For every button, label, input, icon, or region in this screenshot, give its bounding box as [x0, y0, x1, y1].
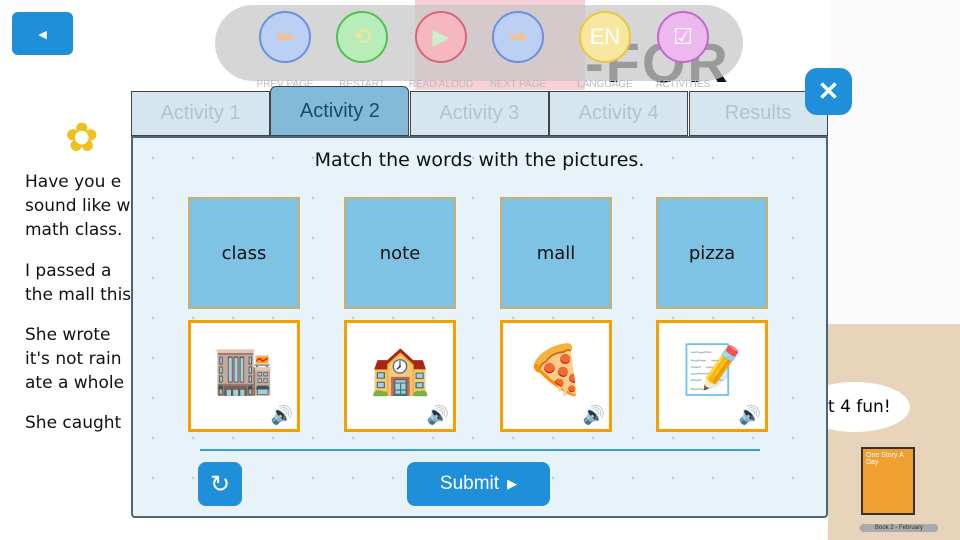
- play-arrow-icon: ▶: [507, 476, 518, 491]
- uk-flag-button[interactable]: EN: [579, 11, 631, 63]
- uk-flag-icon: EN: [589, 24, 621, 49]
- sunflower-icon: ✿: [65, 116, 99, 160]
- book-cover[interactable]: One Story A Day: [861, 447, 915, 515]
- submit-label: Submit: [439, 473, 500, 494]
- activities-button[interactable]: ☑: [657, 11, 709, 63]
- close-button[interactable]: ✕: [805, 68, 852, 115]
- tab-activity-3[interactable]: Activity 3: [409, 91, 549, 136]
- arrow-left-button[interactable]: ⬅: [259, 11, 311, 63]
- tab-activity-1[interactable]: Activity 1: [131, 91, 270, 136]
- activity-title: Match the words with the pictures.: [314, 149, 645, 171]
- mall-picture: 🏬: [214, 344, 274, 397]
- play-button[interactable]: ▶: [415, 11, 467, 63]
- story-paragraph: She wrote it's not rain ate a whole: [25, 325, 125, 393]
- story-paragraph: I passed a the mall this: [25, 261, 132, 305]
- book-title: One Story A Day: [866, 452, 904, 466]
- speaker-icon[interactable]: 🔊: [427, 405, 449, 426]
- play-icon: ▶: [432, 24, 450, 49]
- word-card-class[interactable]: class: [188, 197, 300, 309]
- close-icon: ✕: [817, 76, 840, 106]
- restart-icon: ⟲: [352, 24, 372, 49]
- toolbar-label: NEXT PAGE: [489, 79, 547, 90]
- note-picture: 📝: [682, 344, 742, 397]
- story-paragraph: She caught: [25, 413, 122, 433]
- page-footer: Book 2 - February: [860, 524, 938, 532]
- picture-card[interactable]: 🍕 🔊: [500, 320, 612, 432]
- reset-icon: ↻: [209, 470, 231, 498]
- toolbar-label: LANGUAGE: [577, 79, 633, 90]
- reset-button[interactable]: ↻: [198, 462, 242, 506]
- arrow-left-icon: ⬅: [275, 24, 295, 49]
- tab-activity-2[interactable]: Activity 2: [270, 86, 410, 136]
- speaker-icon[interactable]: 🔊: [583, 405, 605, 426]
- back-button[interactable]: ◄: [12, 12, 73, 55]
- pizza-picture: 🍕: [526, 344, 586, 397]
- activities-icon: ☑: [673, 24, 693, 49]
- speaker-icon[interactable]: 🔊: [271, 405, 293, 426]
- arrow-right-button[interactable]: ➡: [492, 11, 544, 63]
- back-arrow-icon: ◄: [35, 25, 50, 42]
- word-card-pizza[interactable]: pizza: [656, 197, 768, 309]
- toolbar-label: ACTIVITIES: [655, 79, 711, 90]
- story-paragraph: Have you e sound like w math class.: [25, 172, 131, 240]
- picture-card[interactable]: 🏫 🔊: [344, 320, 456, 432]
- submit-button[interactable]: Submit ▶: [407, 462, 550, 506]
- tab-activity-4[interactable]: Activity 4: [549, 91, 689, 136]
- divider: [200, 449, 760, 451]
- word-card-mall[interactable]: mall: [500, 197, 612, 309]
- restart-button[interactable]: ⟲: [336, 11, 388, 63]
- classroom-picture: 🏫: [370, 344, 430, 397]
- arrow-right-icon: ➡: [508, 24, 528, 49]
- picture-card[interactable]: 📝 🔊: [656, 320, 768, 432]
- speaker-icon[interactable]: 🔊: [739, 405, 761, 426]
- word-card-note[interactable]: note: [344, 197, 456, 309]
- picture-card[interactable]: 🏬 🔊: [188, 320, 300, 432]
